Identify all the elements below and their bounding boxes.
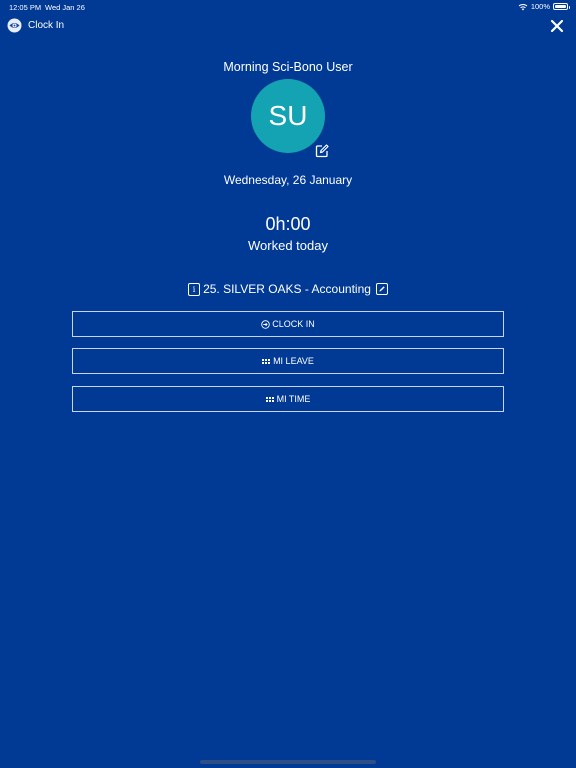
grid-dots-icon	[262, 358, 271, 364]
wifi-icon	[518, 3, 528, 10]
user-name: Morning Sci-Bono User	[223, 60, 353, 74]
home-indicator[interactable]	[200, 760, 376, 764]
status-date: Wed Jan 26	[45, 3, 85, 12]
grid-dots-icon	[265, 396, 274, 402]
avatar-initials: SU	[268, 100, 308, 131]
status-bar: 12:05 PM Wed Jan 26 100%	[0, 0, 576, 14]
status-time: 12:05 PM	[9, 3, 42, 12]
current-date: Wednesday, 26 January	[223, 173, 353, 187]
mi-leave-button[interactable]: MI LEAVE	[72, 348, 504, 374]
project-row: i 25. SILVER OAKS - Accounting	[0, 281, 576, 297]
edit-avatar-icon[interactable]	[314, 143, 330, 159]
mi-time-label: MI TIME	[276, 394, 311, 404]
close-icon[interactable]	[549, 18, 565, 34]
clock-in-button[interactable]: CLOCK IN	[72, 311, 504, 337]
mi-time-button[interactable]: MI TIME	[72, 386, 504, 412]
worked-label: Worked today	[248, 238, 328, 253]
project-label: 25. SILVER OAKS - Accounting	[203, 282, 371, 296]
avatar: SU	[251, 79, 325, 153]
worked-time: 0h:00	[265, 214, 311, 234]
battery-icon	[553, 3, 570, 10]
sign-in-icon	[261, 319, 270, 329]
info-icon[interactable]: i	[188, 282, 201, 296]
page-title: Clock In	[28, 20, 65, 31]
battery-percent: 100%	[530, 2, 550, 11]
edit-project-icon[interactable]	[375, 283, 388, 295]
nav-bar: Clock In	[0, 14, 576, 40]
clock-in-label: CLOCK IN	[272, 319, 315, 329]
mi-leave-label: MI LEAVE	[273, 356, 314, 366]
status-right: 100%	[518, 2, 570, 11]
eye-icon	[7, 18, 22, 33]
